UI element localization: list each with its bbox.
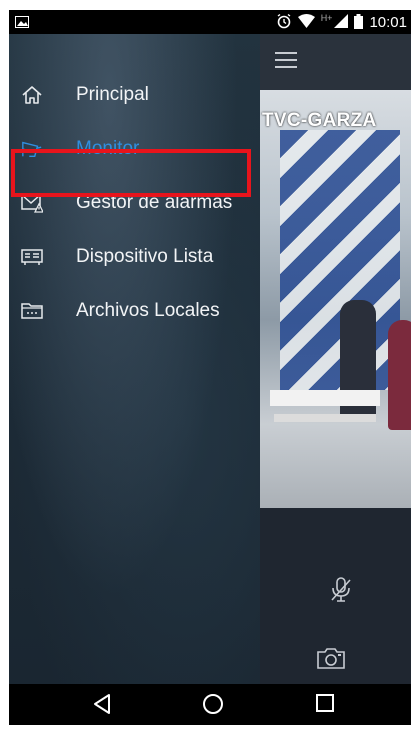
snapshot-camera-icon[interactable]	[316, 646, 346, 675]
phone-screen: H+ 10:01 TVC-GARZA Principal Monitor Ges…	[9, 10, 411, 725]
hamburger-menu-icon[interactable]	[275, 52, 297, 68]
menu-item-monitor[interactable]: Monitor	[9, 122, 260, 176]
menu-item-principal[interactable]: Principal	[9, 68, 260, 122]
system-navigation-bar	[9, 684, 411, 725]
back-icon[interactable]	[92, 693, 112, 720]
camera-video-feed[interactable]	[260, 90, 411, 508]
home-button-icon[interactable]	[202, 693, 224, 720]
camera-name-label: TVC-GARZA	[262, 110, 377, 131]
alarm-mail-icon	[21, 192, 43, 214]
recent-apps-icon[interactable]	[315, 693, 335, 718]
signal-icon	[334, 14, 349, 31]
status-time: 10:01	[369, 14, 407, 31]
wifi-icon	[297, 14, 315, 31]
drawer-menu: Principal Monitor Gestor de alarmas Disp…	[9, 68, 260, 338]
folder-icon	[21, 300, 43, 322]
battery-icon	[354, 13, 364, 32]
menu-item-archivos-locales[interactable]: Archivos Locales	[9, 284, 260, 338]
microphone-off-icon[interactable]	[330, 576, 352, 609]
main-toolbar	[260, 34, 411, 90]
alarm-clock-icon	[276, 13, 292, 32]
menu-item-label: Monitor	[76, 138, 140, 159]
gallery-notification-icon	[15, 15, 29, 31]
device-recorder-icon	[21, 246, 43, 268]
menu-item-label: Dispositivo Lista	[76, 246, 214, 267]
menu-item-dispositivo-lista[interactable]: Dispositivo Lista	[9, 230, 260, 284]
menu-item-label: Archivos Locales	[76, 300, 220, 321]
cctv-camera-icon	[21, 138, 43, 160]
navigation-drawer: Principal Monitor Gestor de alarmas Disp…	[9, 34, 260, 684]
home-icon	[21, 84, 43, 106]
status-bar: H+ 10:01	[9, 10, 411, 34]
menu-item-label: Gestor de alarmas	[76, 192, 233, 213]
main-content: TVC-GARZA	[260, 34, 411, 684]
menu-item-gestor-de-alarmas[interactable]: Gestor de alarmas	[9, 176, 260, 230]
network-type-label: H+	[320, 12, 333, 23]
menu-item-label: Principal	[76, 84, 149, 105]
